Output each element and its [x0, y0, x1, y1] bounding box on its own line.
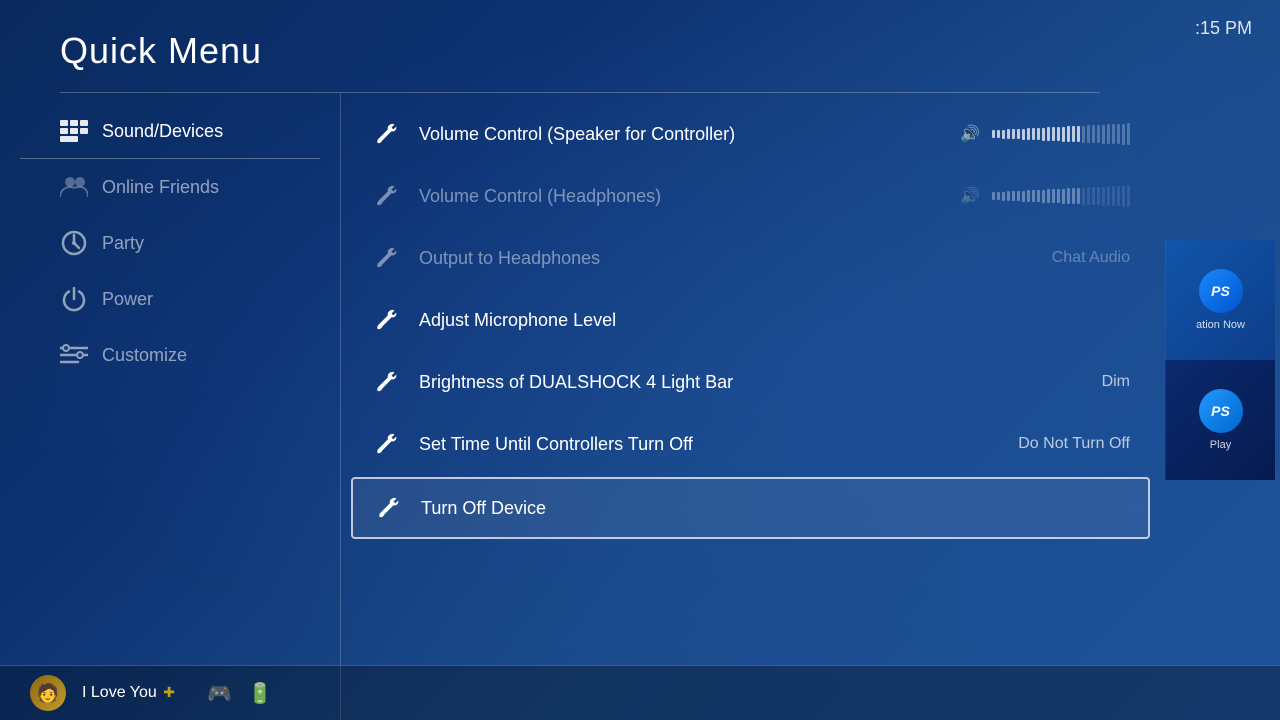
menu-item-set-time[interactable]: Set Time Until Controllers Turn Off Do N… — [341, 413, 1160, 475]
battery-icon: 🔋 — [248, 681, 273, 706]
menu-item-brightness[interactable]: Brightness of DUALSHOCK 4 Light Bar Dim — [341, 351, 1160, 413]
wrench-icon-volume-speaker — [371, 119, 401, 149]
sidebar-item-online-friends[interactable]: Online Friends — [0, 159, 340, 215]
menu-item-turn-off-device[interactable]: Turn Off Device — [351, 477, 1150, 539]
sound-icon-speaker: 🔊 — [960, 124, 980, 144]
wrench-icon-turn-off-device — [373, 493, 403, 523]
playstation-now-panel[interactable]: PS ation Now — [1165, 240, 1275, 360]
sidebar-item-power[interactable]: Power — [0, 271, 340, 327]
sidebar-item-customize[interactable]: Customize — [0, 327, 340, 383]
wrench-icon-output-headphones — [371, 243, 401, 273]
menu-item-volume-speaker[interactable]: Volume Control (Speaker for Controller) … — [341, 103, 1160, 165]
sound-icon-headphones: 🔊 — [960, 186, 980, 206]
playstation-now-logo: PS — [1199, 269, 1243, 313]
playstation-label: Play — [1210, 439, 1231, 451]
sidebar-label-customize: Customize — [102, 345, 187, 366]
wrench-icon-volume-headphones — [371, 181, 401, 211]
value-brightness: Dim — [1102, 373, 1130, 391]
sidebar-item-sound-devices[interactable]: Sound/Devices — [0, 103, 340, 159]
menu-item-volume-headphones[interactable]: Volume Control (Headphones) 🔊 — [341, 165, 1160, 227]
playstation-panel[interactable]: PS Play — [1165, 360, 1275, 480]
sidebar-label-party: Party — [102, 233, 144, 254]
menu-item-output-headphones[interactable]: Output to Headphones Chat Audio — [341, 227, 1160, 289]
quick-menu: Quick Menu Sound/Devi — [0, 0, 1160, 720]
playstation-now-label: ation Now — [1196, 319, 1245, 331]
content-area: Sound/Devices Online Friends — [0, 93, 1160, 720]
label-brightness: Brightness of DUALSHOCK 4 Light Bar — [419, 372, 1084, 393]
wrench-icon-set-time — [371, 429, 401, 459]
username-text: I Love You — [82, 684, 157, 701]
page-title: Quick Menu — [0, 0, 1160, 92]
volume-ticks-headphones — [992, 185, 1130, 207]
sidebar-label-online-friends: Online Friends — [102, 177, 219, 198]
online-friends-icon — [60, 173, 88, 201]
menu-item-adjust-mic[interactable]: Adjust Microphone Level — [341, 289, 1160, 351]
power-icon — [60, 285, 88, 313]
label-output-headphones: Output to Headphones — [419, 248, 1034, 269]
right-panel: Volume Control (Speaker for Controller) … — [340, 93, 1160, 720]
wrench-icon-brightness — [371, 367, 401, 397]
sound-devices-icon — [60, 117, 88, 145]
label-adjust-mic: Adjust Microphone Level — [419, 310, 1130, 331]
user-avatar: 🧑 — [30, 675, 66, 711]
label-set-time: Set Time Until Controllers Turn Off — [419, 434, 1000, 455]
bottom-bar: 🧑 I Love You ✚ 🎮 🔋 — [0, 665, 1280, 720]
volume-ticks-speaker — [992, 123, 1130, 145]
sidebar-item-party[interactable]: Party — [0, 215, 340, 271]
label-volume-headphones: Volume Control (Headphones) — [419, 186, 942, 207]
right-side-panels: PS ation Now PS Play — [1160, 0, 1280, 720]
wrench-icon-adjust-mic — [371, 305, 401, 335]
sidebar-label-sound-devices: Sound/Devices — [102, 121, 223, 142]
customize-icon — [60, 341, 88, 369]
ps-plus-badge: ✚ — [163, 684, 175, 700]
volume-bar-headphones: 🔊 — [960, 185, 1130, 207]
party-icon — [60, 229, 88, 257]
label-volume-speaker: Volume Control (Speaker for Controller) — [419, 124, 942, 145]
value-output-headphones: Chat Audio — [1052, 249, 1130, 267]
volume-bar-speaker: 🔊 — [960, 123, 1130, 145]
sidebar-label-power: Power — [102, 289, 153, 310]
username: I Love You ✚ — [82, 684, 175, 702]
sidebar: Sound/Devices Online Friends — [0, 93, 340, 720]
controller-icon: 🎮 — [207, 681, 232, 706]
playstation-logo: PS — [1199, 389, 1243, 433]
label-turn-off-device: Turn Off Device — [421, 498, 1128, 519]
value-set-time: Do Not Turn Off — [1018, 435, 1130, 453]
